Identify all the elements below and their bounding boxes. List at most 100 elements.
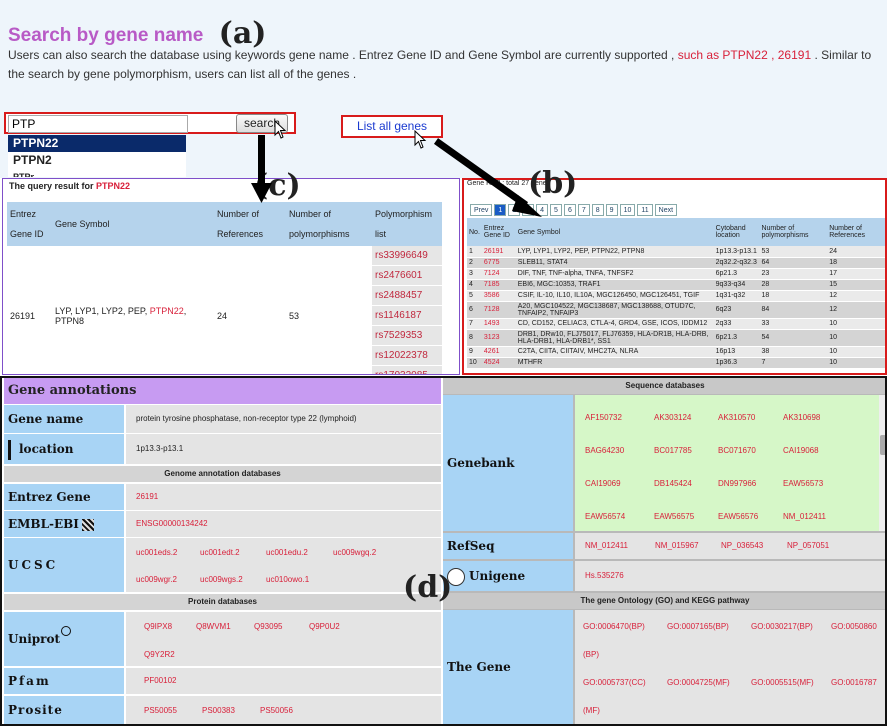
- cell-polys: 18: [759, 290, 828, 302]
- search-input[interactable]: [8, 115, 188, 133]
- col-entrez: Entrez Gene ID: [481, 218, 516, 246]
- scrollbar-thumb[interactable]: [880, 435, 885, 455]
- pager-page[interactable]: 9: [605, 204, 618, 216]
- genebank-link[interactable]: NM_012411: [783, 512, 826, 521]
- suggestion-item[interactable]: PTPN22: [8, 135, 186, 152]
- cell-cytoband: 1p13.3-p13.1: [713, 246, 760, 258]
- pager-page[interactable]: 11: [637, 204, 653, 216]
- query-result-heading: The query result for PTPN22: [9, 181, 130, 191]
- uniprot-link[interactable]: Q93095: [254, 622, 282, 631]
- cell-refs: 10: [827, 318, 885, 330]
- genebank-link[interactable]: AF150732: [585, 413, 622, 422]
- symbol-pre: LYP, LYP1, LYP2, PEP,: [55, 306, 148, 316]
- genebank-link[interactable]: AK310570: [718, 413, 755, 422]
- table-row: 8 3123 DRB1, DRw10, FLJ75017, FLJ76359, HL…: [467, 329, 885, 347]
- refseq-label: RefSeq: [443, 533, 573, 559]
- ucsc-link[interactable]: uc009wgs.2: [200, 575, 243, 584]
- cell-entrez[interactable]: 4261: [481, 346, 516, 358]
- entrez-link[interactable]: 26191: [126, 484, 441, 510]
- prosite-link[interactable]: PS50056: [260, 706, 293, 715]
- ucsc-link[interactable]: uc001edt.2: [200, 548, 240, 557]
- intro-highlight: such as PTPN22 , 26191: [677, 48, 812, 62]
- refseq-link[interactable]: NP_036543: [721, 541, 763, 550]
- pager-next[interactable]: Next: [654, 204, 678, 216]
- suggestion-item[interactable]: PTPr: [8, 169, 186, 177]
- polymorphism-link[interactable]: rs2488457: [372, 286, 442, 306]
- genebank-link[interactable]: CAI19069: [585, 479, 621, 488]
- genebank-link[interactable]: DB145424: [654, 479, 692, 488]
- genebank-link[interactable]: CAI19068: [783, 446, 819, 455]
- refseq-link[interactable]: NP_057051: [787, 541, 829, 550]
- prosite-link[interactable]: PS50055: [144, 706, 177, 715]
- pager-page[interactable]: 5: [550, 204, 562, 216]
- genebank-link[interactable]: AK303124: [654, 413, 691, 422]
- uniprot-link[interactable]: Q9P0U2: [309, 622, 340, 631]
- go-link[interactable]: GO:0004725(MF): [667, 678, 730, 687]
- polymorphism-link[interactable]: rs1146187: [372, 306, 442, 326]
- pager-page[interactable]: 8: [591, 204, 604, 216]
- polymorphism-link[interactable]: rs2476601: [372, 266, 442, 286]
- polymorphism-link[interactable]: rs17032085: [372, 366, 442, 374]
- cell-symbol: CSIF, IL-10, IL10, IL10A, MGC126450, MGC…: [515, 290, 714, 302]
- pager-page[interactable]: 6: [563, 204, 576, 216]
- ucsc-link[interactable]: uc010owo.1: [266, 575, 309, 584]
- uniprot-link[interactable]: Q8WVM1: [196, 622, 231, 631]
- uniprot-values: Q9IPX8 Q8WVM1 Q93095 Q9P0U2 Q9Y2R2: [126, 612, 441, 666]
- refseq-link[interactable]: NM_012411: [585, 541, 628, 550]
- cell-cytoband: 2q32.2-q32.3: [713, 257, 760, 269]
- cell-entrez[interactable]: 7124: [481, 268, 516, 280]
- prosite-link[interactable]: PS00383: [202, 706, 235, 715]
- genebank-link[interactable]: BAG64230: [585, 446, 624, 455]
- cell-polys: 7: [759, 357, 828, 369]
- pager-page[interactable]: 7: [577, 204, 590, 216]
- genebank-link[interactable]: EAW56575: [654, 512, 694, 521]
- go-link[interactable]: (BP): [583, 650, 599, 659]
- cell-entrez[interactable]: 7185: [481, 279, 516, 291]
- embl-link[interactable]: ENSG00000134242: [126, 511, 441, 537]
- go-link[interactable]: (MF): [583, 706, 600, 715]
- ucsc-link[interactable]: uc001edu.2: [266, 548, 308, 557]
- cell-entrez[interactable]: 26191: [481, 246, 516, 258]
- genebank-label: Genebank: [443, 395, 573, 531]
- go-link[interactable]: GO:0030217(BP): [751, 622, 813, 631]
- go-link[interactable]: GO:0050860: [831, 622, 877, 631]
- cell-entrez[interactable]: 3123: [481, 329, 516, 347]
- cell-entrez[interactable]: 1493: [481, 318, 516, 330]
- polymorphism-link[interactable]: rs12022378: [372, 346, 442, 366]
- gene-name-value: protein tyrosine phosphatase, non-recept…: [126, 405, 441, 433]
- pager-page[interactable]: 10: [619, 204, 636, 216]
- uniprot-link[interactable]: Q9IPX8: [144, 622, 172, 631]
- genebank-link[interactable]: BC071670: [718, 446, 756, 455]
- table-row: 6 7128 A20, MGC104522, MGC138687, MGC13868…: [467, 301, 885, 319]
- go-link[interactable]: GO:0007165(BP): [667, 622, 729, 631]
- genebank-link[interactable]: EAW56576: [718, 512, 758, 521]
- ucsc-link[interactable]: uc001eds.2: [136, 548, 177, 557]
- go-link[interactable]: GO:0005515(MF): [751, 678, 814, 687]
- ucsc-link[interactable]: uc009wgr.2: [136, 575, 177, 584]
- cell-entrez[interactable]: 6775: [481, 257, 516, 269]
- suggestion-item[interactable]: PTPN2: [8, 152, 186, 169]
- cell-entrez[interactable]: 7128: [481, 301, 516, 319]
- refseq-link[interactable]: NM_015967: [655, 541, 699, 550]
- scrollbar[interactable]: [879, 395, 885, 531]
- genebank-link[interactable]: DN997966: [718, 479, 756, 488]
- cell-symbol: C2TA, CIITA, CIITAIV, MHC2TA, NLRA: [515, 346, 714, 358]
- go-link[interactable]: GO:0005737(CC): [583, 678, 646, 687]
- cell-entrez[interactable]: 4524: [481, 357, 516, 369]
- go-link[interactable]: GO:0016787: [831, 678, 877, 687]
- polymorphism-link[interactable]: rs33996649: [372, 246, 442, 266]
- ucsc-link[interactable]: uc009wgq.2: [333, 548, 376, 557]
- cell-no: 4: [467, 279, 482, 291]
- genebank-link[interactable]: AK310698: [783, 413, 820, 422]
- cell-entrez[interactable]: 3586: [481, 290, 516, 302]
- cell-cytoband: 6p21.3: [713, 329, 760, 347]
- pfam-link[interactable]: PF00102: [126, 668, 441, 694]
- genebank-link[interactable]: BC017785: [654, 446, 692, 455]
- genebank-link[interactable]: EAW56574: [585, 512, 625, 521]
- unigene-link[interactable]: Hs.535276: [575, 561, 885, 591]
- genebank-link[interactable]: EAW56573: [783, 479, 823, 488]
- polymorphism-link[interactable]: rs7529353: [372, 326, 442, 346]
- go-link[interactable]: GO:0006470(BP): [583, 622, 645, 631]
- uniprot-link[interactable]: Q9Y2R2: [144, 650, 175, 659]
- cell-refs: 12: [827, 301, 885, 319]
